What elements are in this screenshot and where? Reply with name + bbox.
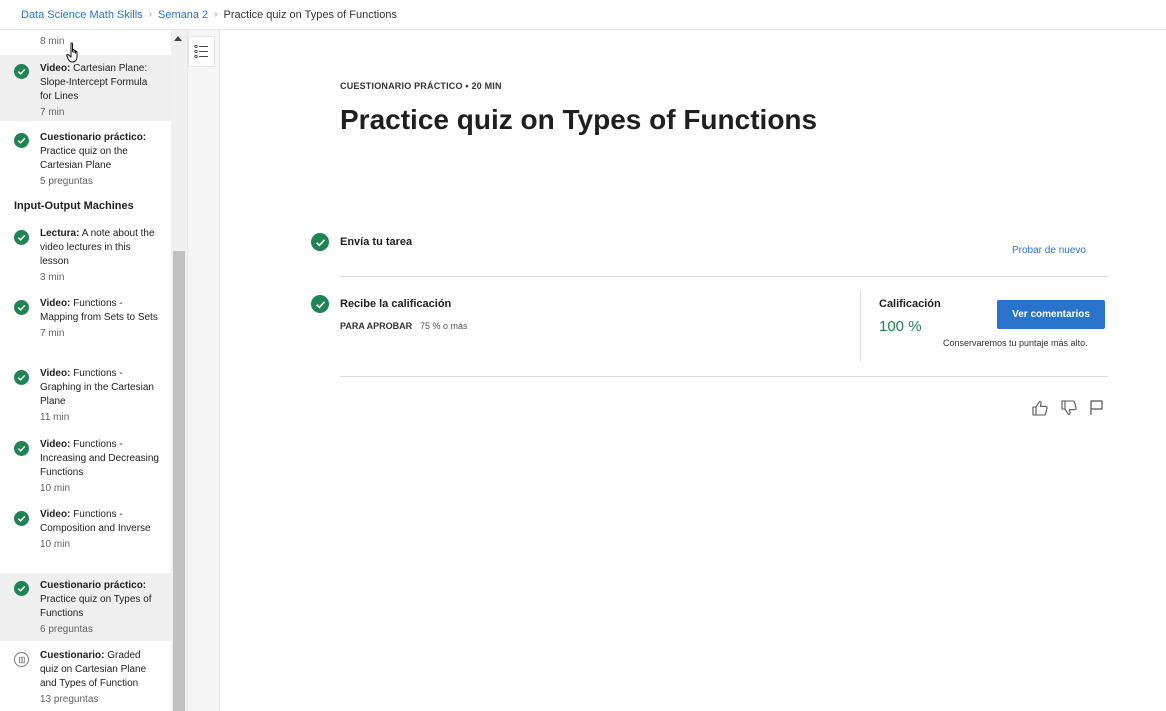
breadcrumb-course-link[interactable]: Data Science Math Skills [21, 9, 143, 21]
sidebar-scrollbar[interactable] [171, 30, 187, 711]
sidebar-item-graphing[interactable]: Video: Functions - Graphing in the Carte… [0, 367, 171, 433]
collapse-rail [187, 30, 220, 711]
grade-label: Calificación [879, 298, 941, 310]
quiz-icon [14, 652, 29, 667]
checkmark-icon [14, 370, 29, 385]
sidebar-item-mapping-sets[interactable]: Video: Functions - Mapping from Sets to … [0, 297, 171, 363]
grade-value: 100 % [879, 318, 922, 335]
checkmark-icon [311, 233, 329, 251]
hand-cursor-icon [66, 42, 78, 63]
section-title: Input-Output Machines [14, 200, 134, 212]
checkmark-icon [14, 300, 29, 315]
item-type-label: CUESTIONARIO PRÁCTICO • 20 MIN [340, 81, 502, 91]
chevron-right-icon: › [214, 9, 218, 20]
checkmark-icon [14, 230, 29, 245]
scroll-thumb[interactable] [173, 251, 185, 711]
divider [860, 290, 861, 362]
submit-step-label: Envía tu tarea [340, 236, 413, 248]
flag-icon[interactable] [1088, 399, 1106, 417]
retry-button[interactable]: Probar de nuevo [1012, 245, 1086, 256]
checkmark-icon [14, 64, 29, 79]
checkmark-icon [14, 133, 29, 148]
highest-score-note: Conservaremos tu puntaje más alto. [943, 338, 1088, 348]
dislike-icon[interactable] [1060, 399, 1078, 417]
divider [340, 276, 1108, 277]
course-outline-sidebar: 8 min Video: Cartesian Plane: Slope-Inte… [0, 30, 171, 711]
main-content: CUESTIONARIO PRÁCTICO • 20 MIN Practice … [220, 30, 1166, 711]
view-feedback-button[interactable]: Ver comentarios [997, 300, 1105, 329]
checkmark-icon [311, 295, 329, 313]
sidebar-item-lectura[interactable]: Lectura: A note about the video lectures… [0, 227, 171, 293]
breadcrumb: Data Science Math Skills › Semana 2 › Pr… [0, 0, 1166, 30]
checkmark-icon [14, 581, 29, 596]
divider [340, 376, 1108, 377]
sidebar-top-meta: 8 min [40, 36, 65, 47]
sidebar-item-composition[interactable]: Video: Functions - Composition and Inver… [0, 508, 171, 574]
sidebar-item-increasing[interactable]: Video: Functions - Increasing and Decrea… [0, 438, 171, 504]
scroll-up-arrow-icon[interactable] [174, 36, 182, 41]
sidebar-item-practice-quiz-types[interactable]: Cuestionario práctico: Practice quiz on … [0, 573, 171, 641]
pass-requirement-value: 75 % o más [420, 321, 468, 331]
toggle-outline-button[interactable] [188, 36, 215, 67]
sidebar-item-practice-quiz-cartesian[interactable]: Cuestionario práctico: Practice quiz on … [0, 125, 171, 191]
chevron-right-icon: › [148, 9, 153, 20]
like-icon[interactable] [1031, 399, 1049, 417]
checkmark-icon [14, 511, 29, 526]
sidebar-item-slope-intercept[interactable]: Video: Cartesian Plane: Slope-Intercept … [0, 55, 171, 121]
breadcrumb-week-link[interactable]: Semana 2 [158, 9, 208, 21]
grade-step-label: Recibe la calificación [340, 298, 452, 310]
page-title: Practice quiz on Types of Functions [340, 104, 818, 135]
breadcrumb-current: Practice quiz on Types of Functions [223, 8, 397, 21]
table-of-contents-icon [194, 44, 208, 59]
pass-requirement-label: PARA APROBAR [340, 321, 413, 331]
sidebar-item-graded-quiz[interactable]: Cuestionario: Graded quiz on Cartesian P… [0, 649, 171, 711]
checkmark-icon [14, 441, 29, 456]
